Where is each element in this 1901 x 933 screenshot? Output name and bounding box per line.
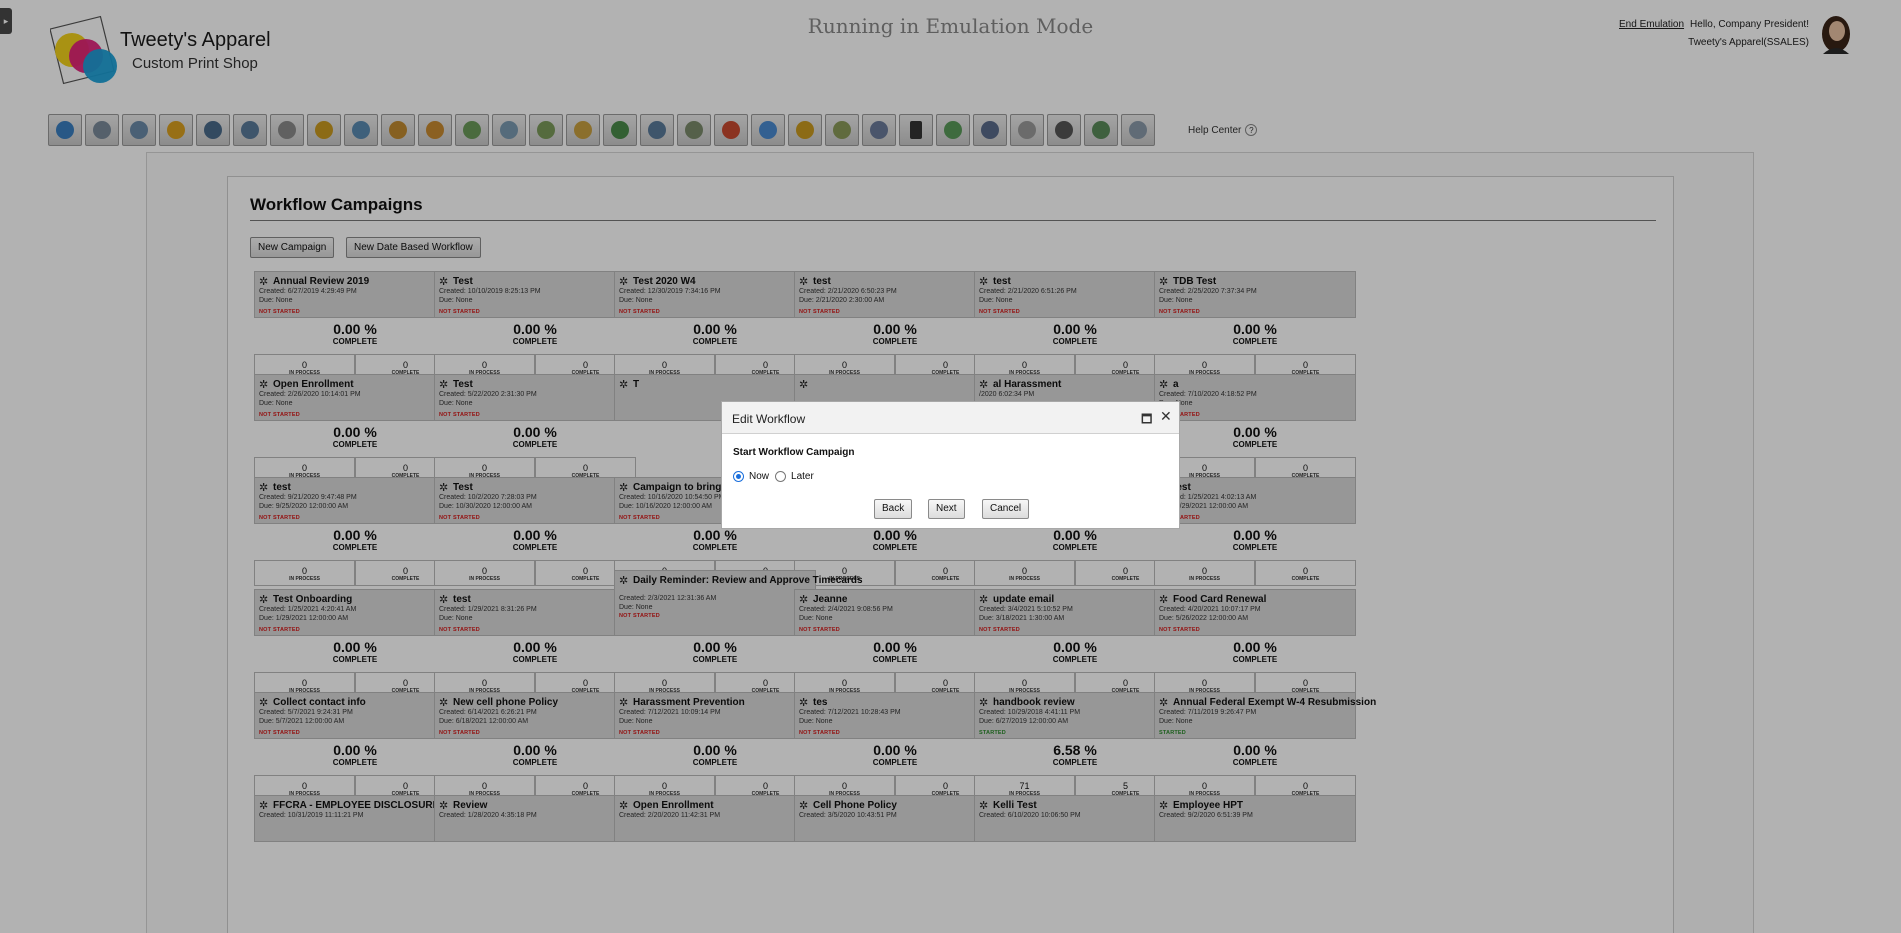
later-radio[interactable] [775, 471, 787, 482]
now-radio[interactable] [733, 471, 744, 482]
dialog-title: Edit Workflow [732, 412, 806, 426]
close-icon[interactable]: ✕ [1160, 408, 1172, 425]
now-label: Now [749, 471, 770, 482]
maximize-icon[interactable]: 🗖 [1141, 410, 1152, 431]
start-campaign-label: Start Workflow Campaign [733, 447, 855, 458]
back-button[interactable]: Back [874, 499, 913, 519]
later-label: Later [791, 471, 814, 482]
next-button[interactable]: Next [928, 499, 965, 519]
start-time-options: Now Later [733, 471, 814, 482]
dialog-header: Edit Workflow 🗖 ✕ [722, 402, 1179, 434]
edit-workflow-dialog: Edit Workflow 🗖 ✕ Start Workflow Campaig… [721, 401, 1180, 529]
cancel-button[interactable]: Cancel [982, 499, 1030, 519]
